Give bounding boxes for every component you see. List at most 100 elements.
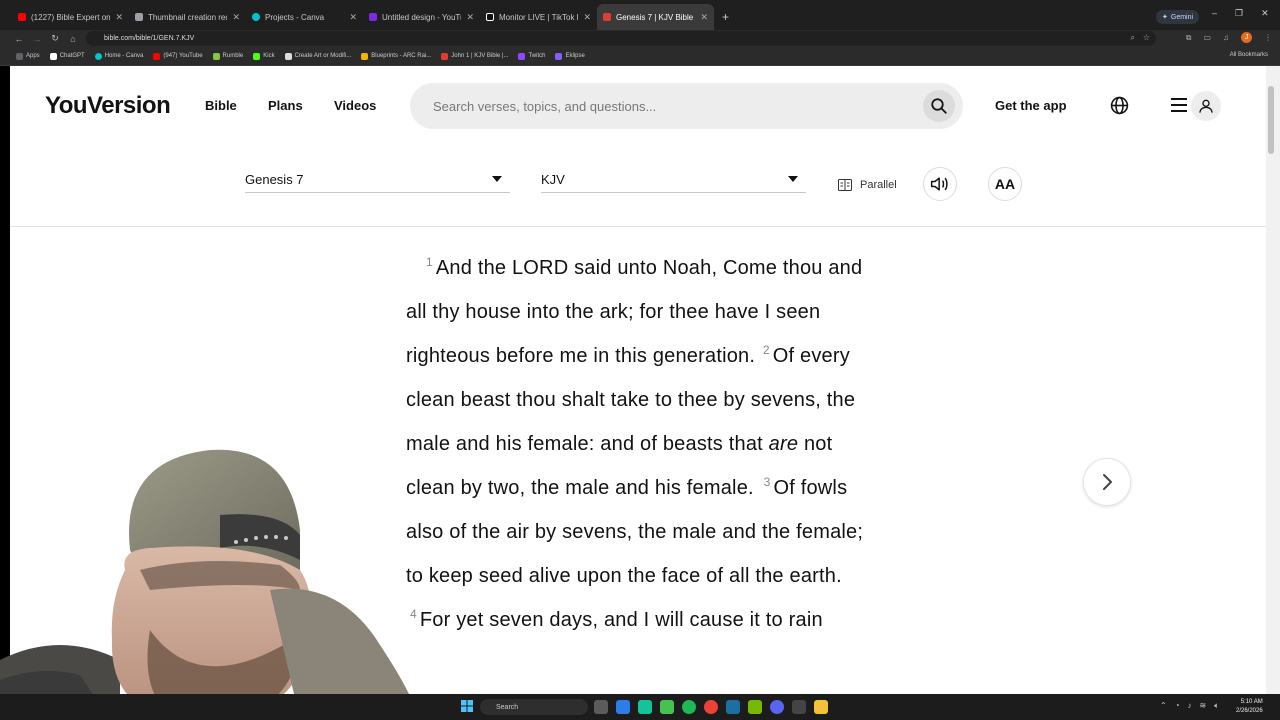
menu-button[interactable] <box>1171 96 1187 119</box>
taskbar-search[interactable]: Search <box>480 699 588 715</box>
nav-videos[interactable]: Videos <box>334 98 376 113</box>
parallel-toggle[interactable]: Parallel <box>838 179 897 191</box>
audio-button[interactable] <box>923 167 957 201</box>
bookmark-create-art[interactable]: Create Art or Modifi... <box>284 52 351 60</box>
new-tab-button[interactable]: + <box>714 4 737 30</box>
back-icon[interactable]: ← <box>10 34 28 44</box>
bookmark-blueprints[interactable]: Blueprints - ARC Rai... <box>361 52 431 60</box>
media-player-icon[interactable] <box>660 700 674 714</box>
bookmark-youtube[interactable]: (947) YouTube <box>153 52 203 60</box>
browser-tab[interactable]: (1227) Bible Expert on which Ch ✕ <box>12 4 129 30</box>
nvidia-icon[interactable] <box>748 700 762 714</box>
page-scrollbar[interactable] <box>1266 66 1280 694</box>
close-window-icon[interactable]: ✕ <box>1261 8 1269 19</box>
youtube-favicon-icon <box>18 13 26 21</box>
bookmark-chatgpt[interactable]: ChatGPT <box>49 52 85 60</box>
chevron-up-icon[interactable]: ⌃ <box>1160 701 1167 711</box>
verse-number-spacer <box>406 257 426 279</box>
clock-date: 2/26/2026 <box>1236 708 1263 714</box>
discord-icon[interactable] <box>770 700 784 714</box>
home-icon[interactable]: ⌂ <box>64 34 82 44</box>
task-view-icon[interactable] <box>594 700 608 714</box>
sidepanel-icon[interactable]: ▭ <box>1203 33 1211 42</box>
folder-icon[interactable] <box>814 700 828 714</box>
chrome-icon[interactable] <box>704 700 718 714</box>
kick-icon <box>253 52 261 60</box>
close-tab-icon[interactable]: ✕ <box>583 12 591 23</box>
browser-tab[interactable]: Untitled design - YouTube Thum ✕ <box>363 4 480 30</box>
language-button[interactable] <box>1110 96 1129 120</box>
browser-tab-active[interactable]: Genesis 7 | KJV Bible | YouVersi ✕ <box>597 4 714 30</box>
taskbar-clock[interactable]: 5:10 AM 2/26/2026 <box>1236 698 1263 716</box>
book-chapter-value: Genesis 7 <box>245 172 304 187</box>
file-explorer-icon[interactable] <box>616 700 630 714</box>
nav-plans[interactable]: Plans <box>268 98 303 113</box>
close-tab-icon[interactable]: ✕ <box>466 12 474 23</box>
font-settings-button[interactable]: AA <box>988 167 1022 201</box>
window-controls: – ❐ ✕ <box>1212 8 1269 19</box>
xbox-icon[interactable] <box>638 700 652 714</box>
bookmark-eklipse[interactable]: Eklipse <box>555 52 585 60</box>
verse-text[interactable]: For yet seven days, and I will cause it … <box>420 609 823 631</box>
bookmark-kick[interactable]: Kick <box>253 52 275 60</box>
bookmark-label: Twitch <box>528 53 546 59</box>
account-button[interactable] <box>1191 91 1221 121</box>
maximize-icon[interactable]: ❐ <box>1235 8 1243 19</box>
bookmark-twitch[interactable]: Twitch <box>518 52 546 60</box>
browser-tab[interactable]: Monitor LIVE | TikTok LIVE Cent ✕ <box>480 4 597 30</box>
version-select[interactable]: KJV <box>541 167 806 193</box>
bookmark-star-icon[interactable]: ☆ <box>1143 33 1150 43</box>
canva-favicon-icon <box>252 13 260 21</box>
youversion-logo[interactable]: YouVersion <box>45 92 171 120</box>
all-bookmarks-button[interactable]: All Bookmarks <box>1230 52 1268 58</box>
rumble-icon <box>212 52 220 60</box>
apps-grid-icon <box>16 52 23 60</box>
microphone-icon[interactable]: ♪ <box>1188 701 1192 711</box>
bookmark-john[interactable]: John 1 | KJV Bible |... <box>441 52 508 60</box>
bookmark-apps[interactable]: Apps <box>16 52 40 60</box>
verse-number: 3 <box>763 475 771 490</box>
next-chapter-button[interactable] <box>1083 458 1131 506</box>
reload-icon[interactable]: ↻ <box>46 33 64 44</box>
bookmark-label: Kick <box>263 53 275 59</box>
caret-down-icon <box>492 176 502 182</box>
book-chapter-select[interactable]: Genesis 7 <box>245 167 510 193</box>
gemini-button[interactable]: ✦ Gemini <box>1156 10 1200 24</box>
browser-tab[interactable]: Thumbnail creation request ✕ <box>129 4 246 30</box>
get-the-app-link[interactable]: Get the app <box>995 98 1067 113</box>
scrollbar-thumb[interactable] <box>1268 86 1274 154</box>
capcut-icon[interactable] <box>792 700 806 714</box>
profile-avatar[interactable]: J <box>1241 32 1252 43</box>
wifi-icon[interactable]: ≋ <box>1200 701 1207 711</box>
media-icon[interactable]: ♫ <box>1223 33 1229 42</box>
volume-icon[interactable]: 🔈︎ <box>1214 701 1219 711</box>
close-tab-icon[interactable]: ✕ <box>232 12 240 23</box>
browser-tab[interactable]: Projects - Canva ✕ <box>246 4 363 30</box>
windows-start-icon[interactable] <box>461 700 473 712</box>
forward-icon[interactable]: → <box>28 34 46 44</box>
spotify-icon[interactable] <box>682 700 696 714</box>
parallel-label: Parallel <box>860 179 897 191</box>
art-icon <box>284 52 292 60</box>
bookmark-rumble[interactable]: Rumble <box>212 52 243 60</box>
hamburger-icon <box>1171 98 1187 112</box>
tab-title: Thumbnail creation request <box>148 12 227 22</box>
close-tab-icon[interactable]: ✕ <box>115 12 123 23</box>
bookmark-canva[interactable]: Home - Canva <box>94 52 143 60</box>
tab-title: Projects - Canva <box>265 12 325 22</box>
steam-icon[interactable] <box>726 700 740 714</box>
zoom-icon[interactable]: ⌕ <box>1130 33 1134 43</box>
network-icon[interactable]: ◔ <box>1175 701 1180 711</box>
chevron-right-icon <box>1103 474 1112 490</box>
search-input[interactable]: Search verses, topics, and questions... <box>410 83 963 129</box>
nav-bible[interactable]: Bible <box>205 98 237 113</box>
more-menu-icon[interactable]: ⋮ <box>1264 33 1272 42</box>
address-bar[interactable]: bible.com/bible/1/GEN.7.KJV <box>86 31 1156 46</box>
verse-number: 2 <box>762 343 770 358</box>
search-button[interactable] <box>923 90 955 122</box>
close-tab-icon[interactable]: ✕ <box>700 12 708 23</box>
verse-number: 1 <box>426 255 433 270</box>
close-tab-icon[interactable]: ✕ <box>349 12 357 23</box>
minimize-icon[interactable]: – <box>1212 8 1217 19</box>
extensions-icon[interactable]: ⧉ <box>1186 33 1192 43</box>
